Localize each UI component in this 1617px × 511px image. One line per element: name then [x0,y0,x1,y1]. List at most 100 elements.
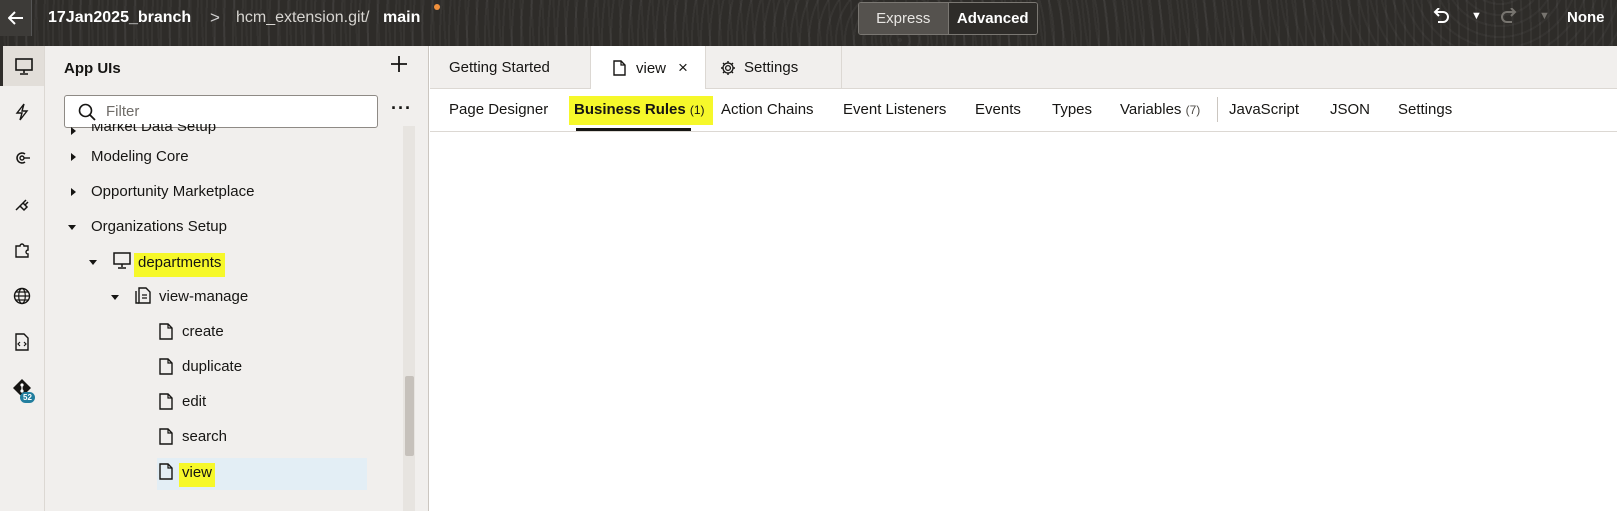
chevron-down-icon: ▼ [1539,10,1550,22]
rail-source[interactable] [0,322,44,362]
search-icon [78,103,96,121]
layout-selector[interactable]: None [1567,9,1605,26]
tree-item-label: search [182,428,228,445]
tree-item-duplicate[interactable]: duplicate [45,352,415,388]
filter-input[interactable] [106,96,371,127]
rail-services[interactable] [0,138,44,178]
branch-name[interactable]: main [383,9,420,27]
subtab-events[interactable]: Events [975,101,1021,118]
redo-button[interactable] [1500,7,1518,29]
undo-icon [1433,7,1449,23]
navigator-title: App UIs [64,60,121,77]
add-app-ui-button[interactable] [390,54,408,78]
collapse-icon[interactable] [111,295,119,300]
collapse-icon[interactable] [89,260,97,265]
tree-item-view[interactable]: view [45,457,415,493]
unsaved-changes-dot [434,4,440,10]
tree-item-label: view-manage [159,288,249,305]
workspace-title[interactable]: 17Jan2025_branch [48,9,191,27]
gear-icon [721,60,735,75]
git-changes-badge: 52 [20,392,35,403]
tab-settings[interactable]: Settings [706,46,842,89]
tab-label: Settings [744,59,799,76]
subtab-label: Events [975,101,1021,118]
tree-item-modeling-core[interactable]: Modeling Core [45,142,415,178]
back-button[interactable] [0,0,32,36]
subtab-variables[interactable]: Variables (7) [1120,101,1200,118]
source-icon [15,333,29,351]
undo-history-button[interactable]: ▼ [1471,10,1482,22]
tab-getting-started[interactable]: Getting Started [430,46,591,89]
backends-icon [15,199,29,212]
plus-icon [391,56,407,72]
close-icon: × [678,58,688,77]
top-bar: 17Jan2025_branch > hcm_extension.git/ ma… [0,0,1617,46]
tree-item-label: departments [134,253,226,277]
tree-item-departments[interactable]: departments [45,247,415,283]
rail-components[interactable] [0,230,44,270]
app-uis-navigator: App UIs ··· Market Data Setup Modeling C… [45,46,429,511]
subtab-settings[interactable]: Settings [1398,101,1452,118]
subtab-label: Page Designer [449,101,549,118]
express-mode-button[interactable]: Express [859,3,949,34]
subtab-label: Action Chains [721,101,814,118]
rail-events[interactable] [0,92,44,132]
redo-history-button[interactable]: ▼ [1539,10,1550,22]
web-apps-icon [13,287,31,305]
advanced-mode-button[interactable]: Advanced [948,3,1037,34]
subtab-page-designer[interactable]: Page Designer [449,101,548,118]
components-icon [15,243,29,258]
subtab-label: Event Listeners [843,101,947,118]
rail-app-uis[interactable] [0,46,44,86]
business-rules-canvas [430,133,1617,511]
subtab-business-rules[interactable]: Business Rules (1) [569,96,713,125]
tree-item-view-manage[interactable]: view-manage [45,282,415,318]
subtab-label: Business Rules [574,101,686,118]
navigator-scrollbar[interactable] [403,126,415,511]
page-editor-subtabs: Page Designer Business Rules (1) Action … [430,89,1617,132]
tree-item-label: Market Data Setup [91,124,217,135]
tab-view[interactable]: view × [591,46,706,90]
tree-item-label: Modeling Core [91,148,189,165]
rail-backends[interactable] [0,184,44,224]
rail-web-apps[interactable] [0,276,44,316]
subtab-action-chains[interactable]: Action Chains [721,101,814,118]
active-tab-indicator [576,128,691,131]
services-icon [16,152,30,164]
tree-item-label: Opportunity Marketplace [91,183,255,200]
app-uis-tree: Market Data Setup Modeling Core Opportun… [45,124,415,511]
tree-item-label: duplicate [182,358,243,375]
subtab-javascript[interactable]: JavaScript [1229,101,1299,118]
tree-item-create[interactable]: create [45,317,415,353]
subtab-types[interactable]: Types [1052,101,1092,118]
more-icon: ··· [391,98,412,118]
collapse-icon[interactable] [68,225,76,230]
tree-item-label: view [179,463,216,487]
subtab-label: Variables [1120,101,1182,118]
tree-item-opportunity-marketplace[interactable]: Opportunity Marketplace [45,177,415,213]
subtab-json[interactable]: JSON [1330,101,1370,118]
subtab-event-listeners[interactable]: Event Listeners [843,101,946,118]
rail-git[interactable]: 52 [0,368,44,408]
undo-button[interactable] [1432,7,1450,29]
more-actions-button[interactable]: ··· [391,98,412,119]
tree-item-edit[interactable]: edit [45,387,415,423]
tree-item-organizations-setup[interactable]: Organizations Setup [45,212,415,248]
page-icon [159,463,173,480]
app-uis-icon [14,57,33,75]
tab-label: view [636,59,667,77]
subtab-label: Settings [1398,101,1453,118]
close-tab-button[interactable]: × [678,58,688,78]
expand-icon[interactable] [71,153,76,161]
subtab-label: JavaScript [1229,101,1300,118]
tree-item-label: Organizations Setup [91,218,227,235]
tree-item-search[interactable]: search [45,422,415,458]
breadcrumb-separator: > [210,8,220,27]
subtab-label: JSON [1330,101,1371,118]
expand-icon[interactable] [71,127,76,135]
subtab-label: Types [1052,101,1093,118]
expand-icon[interactable] [71,188,76,196]
repository-name[interactable]: hcm_extension.git/ [236,9,369,27]
scrollbar-thumb[interactable] [405,376,414,456]
redo-icon [1501,7,1517,23]
